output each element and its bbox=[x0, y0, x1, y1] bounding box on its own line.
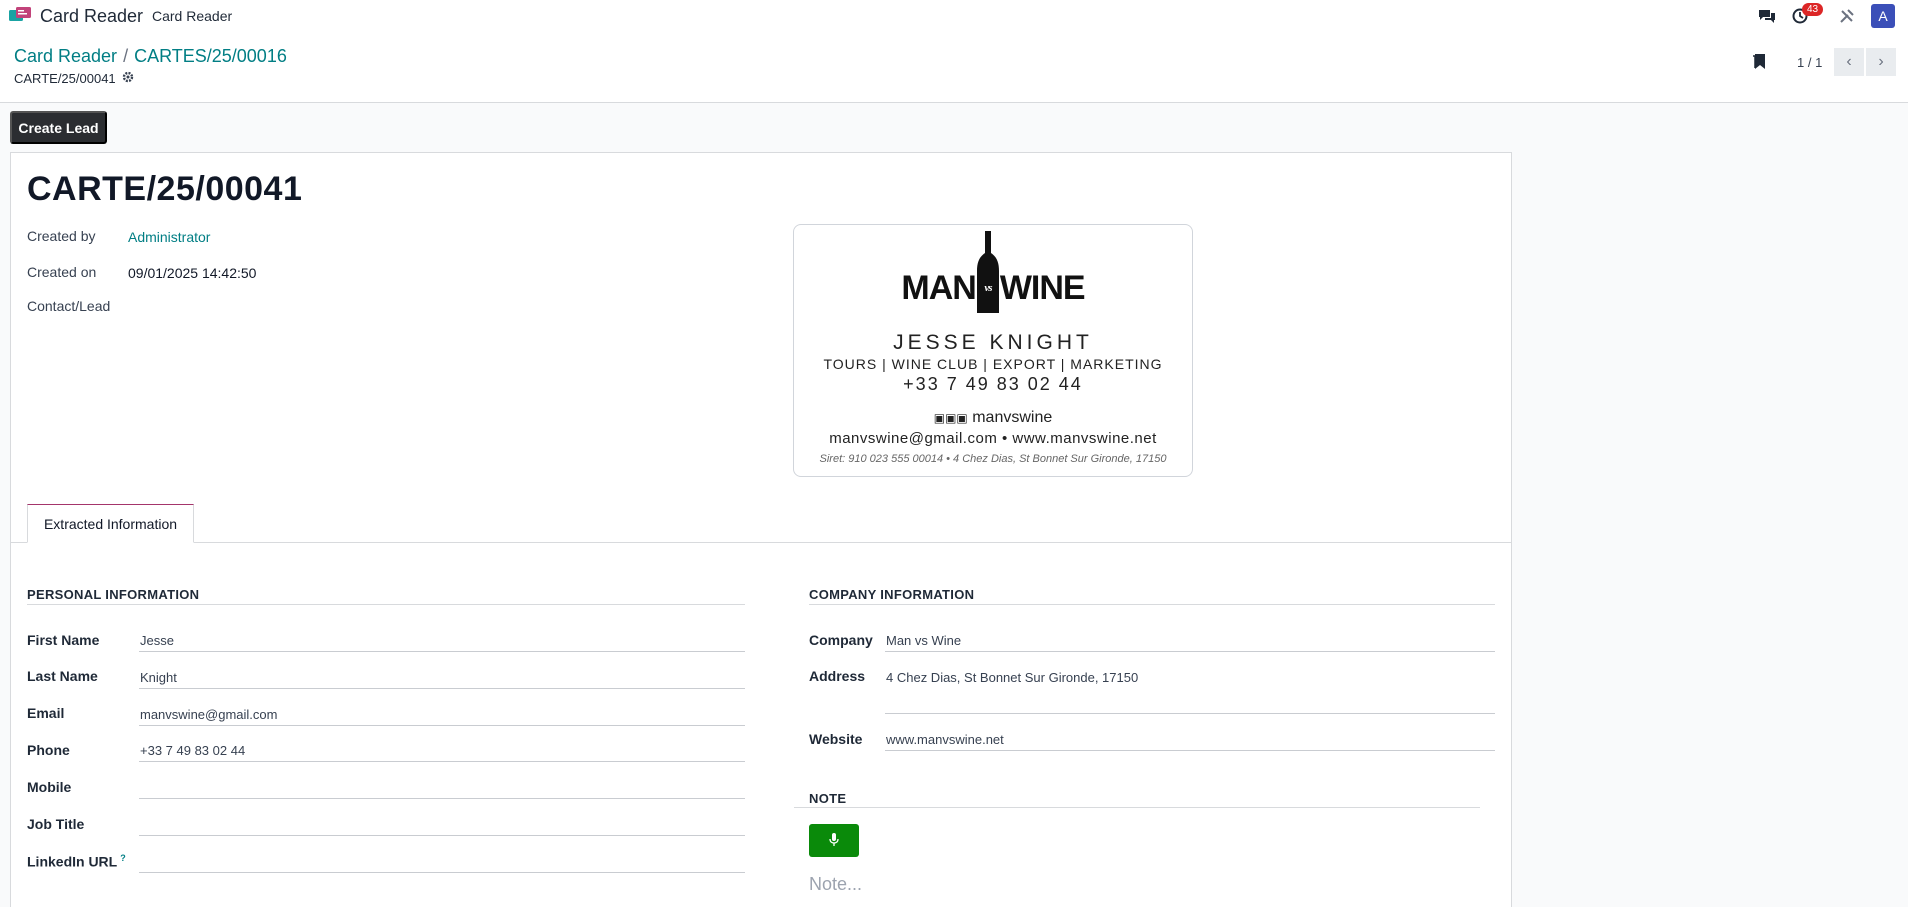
business-card-image[interactable]: MAN vs WINE JESSE KNIGHT TOURS | WINE CLUB… bbox=[793, 224, 1193, 477]
website-field[interactable]: www.manvswine.net bbox=[885, 732, 1004, 747]
created-by-link[interactable]: Administrator bbox=[128, 229, 210, 245]
job-title-field[interactable] bbox=[139, 817, 745, 835]
breadcrumb-current[interactable]: CARTES/25/00016 bbox=[134, 46, 287, 66]
first-name-field[interactable]: Jesse bbox=[139, 633, 174, 648]
card-tagline: TOURS | WINE CLUB | EXPORT | MARKETING bbox=[823, 356, 1163, 372]
card-brand-vs: vs bbox=[984, 282, 992, 294]
last-name-field[interactable]: Knight bbox=[139, 670, 177, 685]
card-brand: MAN vs WINE bbox=[794, 231, 1192, 313]
microphone-icon bbox=[829, 832, 839, 849]
phone-field[interactable]: +33 7 49 83 02 44 bbox=[139, 743, 245, 758]
activity-badge: 43 bbox=[1802, 3, 1824, 16]
last-name-label: Last Name bbox=[27, 668, 98, 684]
sub-record-name: CARTE/25/00041 bbox=[14, 71, 116, 86]
card-phone: +33 7 49 83 02 44 bbox=[903, 374, 1083, 394]
breadcrumb-separator: / bbox=[123, 46, 129, 66]
card-brand-right: WINE bbox=[999, 268, 1086, 307]
phone-label: Phone bbox=[27, 742, 70, 758]
help-tooltip-icon[interactable]: ? bbox=[120, 853, 126, 863]
company-label: Company bbox=[809, 632, 873, 648]
company-section-line bbox=[809, 604, 1495, 605]
create-lead-button[interactable]: Create Lead bbox=[10, 111, 107, 144]
card-contact-line: manvswine@gmail.com • www.manvswine.net bbox=[829, 430, 1157, 447]
card-person-name: JESSE KNIGHT bbox=[893, 331, 1093, 354]
email-label: Email bbox=[27, 705, 65, 721]
app-name[interactable]: Card Reader bbox=[40, 6, 143, 27]
wine-bottle-icon: vs bbox=[976, 231, 1000, 313]
phone-underline bbox=[139, 761, 745, 762]
mobile-field[interactable] bbox=[139, 780, 745, 798]
website-underline bbox=[885, 750, 1495, 751]
company-section-title: COMPANY INFORMATION bbox=[809, 587, 975, 602]
record-subtitle: CARTE/25/00041 bbox=[14, 71, 134, 86]
email-field[interactable]: manvswine@gmail.com bbox=[139, 707, 277, 722]
personal-section-line bbox=[27, 604, 745, 605]
tab-extracted-information[interactable]: Extracted Information bbox=[27, 504, 194, 543]
chat-icon[interactable] bbox=[1757, 6, 1777, 26]
email-underline bbox=[139, 725, 745, 726]
bookmark-icon[interactable] bbox=[1752, 53, 1766, 73]
voice-note-button[interactable] bbox=[809, 824, 859, 857]
tabs-divider bbox=[10, 542, 1512, 543]
company-field[interactable]: Man vs Wine bbox=[885, 633, 961, 648]
company-underline bbox=[885, 651, 1495, 652]
linkedin-url-label-text: LinkedIn URL bbox=[27, 853, 118, 870]
record-title: CARTE/25/00041 bbox=[27, 170, 303, 208]
chevron-left-icon: ‹ bbox=[1846, 53, 1852, 70]
personal-section-title: PERSONAL INFORMATION bbox=[27, 587, 200, 602]
website-label: Website bbox=[809, 731, 863, 747]
card-social-handle: manvswine bbox=[972, 409, 1053, 426]
social-icons: ▣▣▣ bbox=[933, 411, 968, 425]
last-name-underline bbox=[139, 688, 745, 689]
pager-value[interactable]: 1 / 1 bbox=[1797, 55, 1822, 70]
first-name-underline bbox=[139, 651, 745, 652]
note-input[interactable]: Note... bbox=[809, 874, 862, 895]
job-title-underline bbox=[139, 835, 745, 836]
card-reader-app-icon[interactable] bbox=[9, 7, 31, 22]
control-panel: Card Reader / CARTES/25/00016 CARTE/25/000… bbox=[0, 31, 1908, 103]
contact-lead-label: Contact/Lead bbox=[27, 298, 111, 314]
linkedin-url-field[interactable] bbox=[139, 854, 745, 872]
note-section-title: NOTE bbox=[809, 791, 847, 806]
job-title-label: Job Title bbox=[27, 816, 85, 832]
mobile-underline bbox=[139, 798, 745, 799]
address-label: Address bbox=[809, 668, 866, 684]
menu-card-reader[interactable]: Card Reader bbox=[152, 8, 232, 24]
card-siret-line: Siret: 910 023 555 00014 • 4 Chez Dias, … bbox=[819, 453, 1167, 465]
gear-icon[interactable] bbox=[122, 71, 134, 86]
note-section-line bbox=[794, 807, 1480, 808]
created-on-label: Created on bbox=[27, 264, 97, 280]
mobile-label: Mobile bbox=[27, 779, 72, 795]
top-navbar: Card Reader Card Reader 43 A bbox=[0, 0, 1908, 31]
address-underline bbox=[885, 713, 1495, 714]
pager-next-button[interactable]: › bbox=[1866, 48, 1896, 76]
pager-previous-button[interactable]: ‹ bbox=[1834, 48, 1864, 76]
debug-tools-icon[interactable] bbox=[1837, 6, 1857, 26]
breadcrumb: Card Reader / CARTES/25/00016 bbox=[14, 46, 287, 67]
created-on-value: 09/01/2025 14:42:50 bbox=[128, 265, 257, 281]
linkedin-url-underline bbox=[139, 872, 745, 873]
address-field[interactable]: 4 Chez Dias, St Bonnet Sur Gironde, 1715… bbox=[885, 670, 1138, 685]
first-name-label: First Name bbox=[27, 632, 100, 648]
breadcrumb-parent[interactable]: Card Reader bbox=[14, 46, 117, 66]
user-avatar[interactable]: A bbox=[1871, 4, 1895, 28]
linkedin-url-label: LinkedIn URL? bbox=[27, 853, 126, 870]
card-social: ▣▣▣ manvswine bbox=[794, 409, 1192, 427]
chevron-right-icon: › bbox=[1878, 53, 1884, 70]
created-by-label: Created by bbox=[27, 228, 96, 244]
card-brand-left: MAN bbox=[901, 268, 976, 307]
